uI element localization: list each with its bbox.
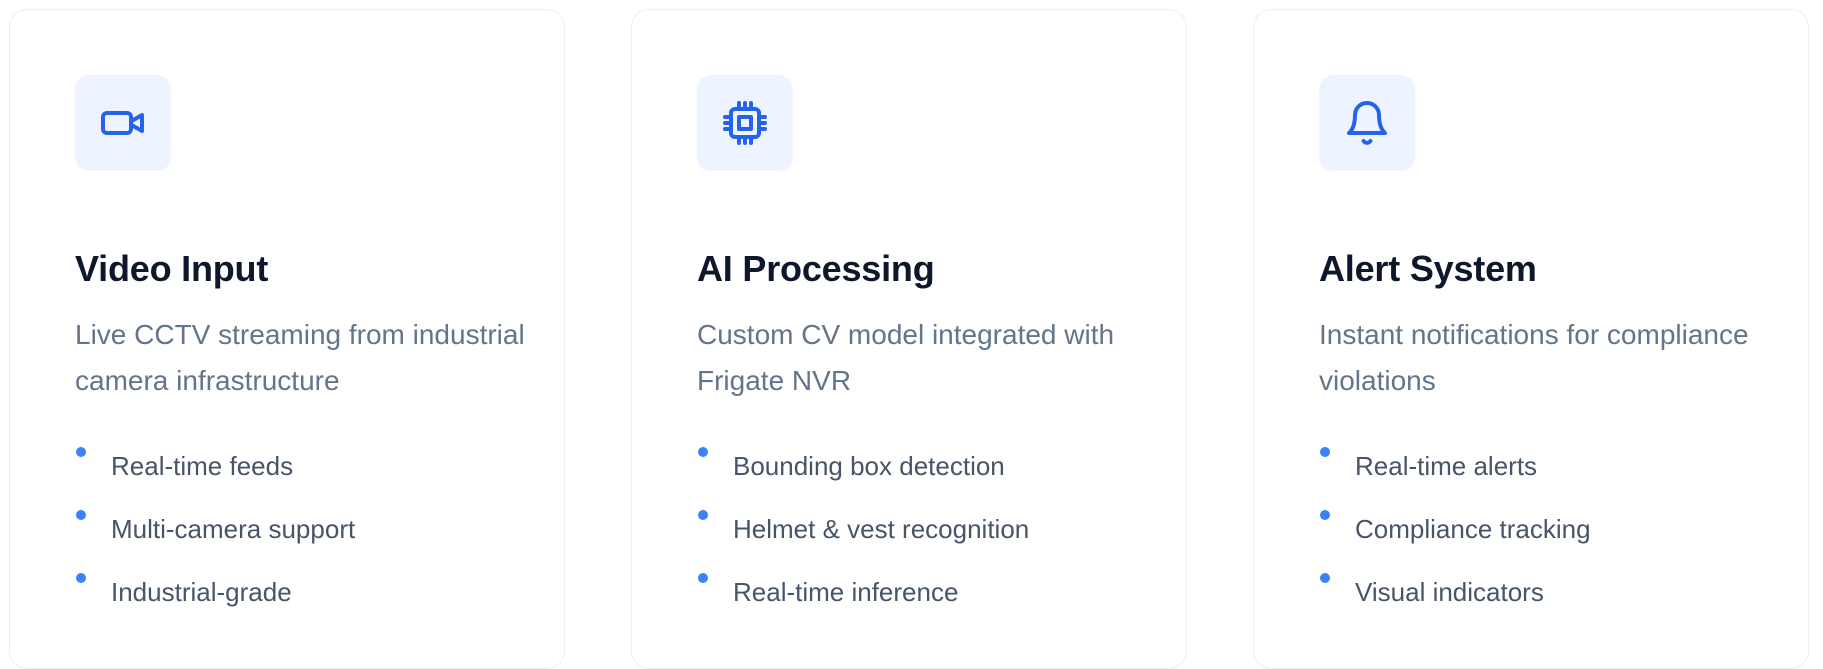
feature-cards: Video Input Live CCTV streaming from ind… [9, 9, 1809, 669]
feature-item: Multi-camera support [75, 510, 356, 576]
feature-item: Real-time inference [697, 573, 1029, 639]
feature-label: Visual indicators [1355, 577, 1544, 607]
card-video-input: Video Input Live CCTV streaming from ind… [9, 9, 565, 669]
card-title: Video Input [75, 248, 269, 289]
feature-label: Industrial-grade [111, 577, 292, 607]
feature-item: Helmet & vest recognition [697, 510, 1030, 576]
feature-list: Real-time alerts Compliance tracking Vis… [1319, 447, 1591, 639]
bullet-dot [1320, 573, 1330, 583]
bullet-dot [698, 447, 708, 457]
bullet-dot [1320, 447, 1330, 457]
cpu-chip-icon [723, 101, 767, 145]
card-description: Instant notifications for compliance vio… [1319, 319, 1749, 396]
video-camera-icon [101, 111, 144, 135]
card-title: Alert System [1319, 248, 1537, 289]
icon-tile [697, 75, 793, 171]
feature-label: Real-time alerts [1355, 451, 1538, 481]
bullet-dot [76, 510, 86, 520]
feature-list: Real-time feeds Multi-camera support Ind… [75, 447, 356, 639]
feature-label: Bounding box detection [733, 451, 1005, 481]
bullet-dot [698, 573, 708, 583]
bullet-dot [76, 447, 86, 457]
feature-item: Industrial-grade [75, 573, 355, 639]
feature-item: Visual indicators [1319, 573, 1591, 639]
feature-label: Real-time feeds [111, 451, 294, 481]
bullet-dot [76, 573, 86, 583]
card-description: Live CCTV streaming from industrial came… [75, 319, 525, 396]
bullet-dot [698, 510, 708, 520]
feature-item: Bounding box detection [697, 447, 1029, 513]
feature-label: Multi-camera support [111, 514, 356, 544]
card-alert-system: Alert System Instant notifications for c… [1253, 9, 1809, 669]
icon-tile [1319, 75, 1415, 171]
feature-label: Helmet & vest recognition [733, 514, 1030, 544]
feature-label: Real-time inference [733, 577, 959, 607]
icon-tile [75, 75, 171, 171]
feature-list: Bounding box detection Helmet & vest rec… [697, 447, 1030, 639]
card-title: AI Processing [697, 248, 935, 289]
bell-icon [1347, 101, 1387, 145]
feature-item: Real-time feeds [75, 447, 355, 513]
card-description: Custom CV model integrated with Frigate … [697, 319, 1115, 396]
card-ai-processing: AI Processing Custom CV model integrated… [631, 9, 1187, 669]
feature-item: Real-time alerts [1319, 447, 1591, 513]
feature-label: Compliance tracking [1355, 514, 1591, 544]
feature-item: Compliance tracking [1319, 510, 1591, 576]
bullet-dot [1320, 510, 1330, 520]
